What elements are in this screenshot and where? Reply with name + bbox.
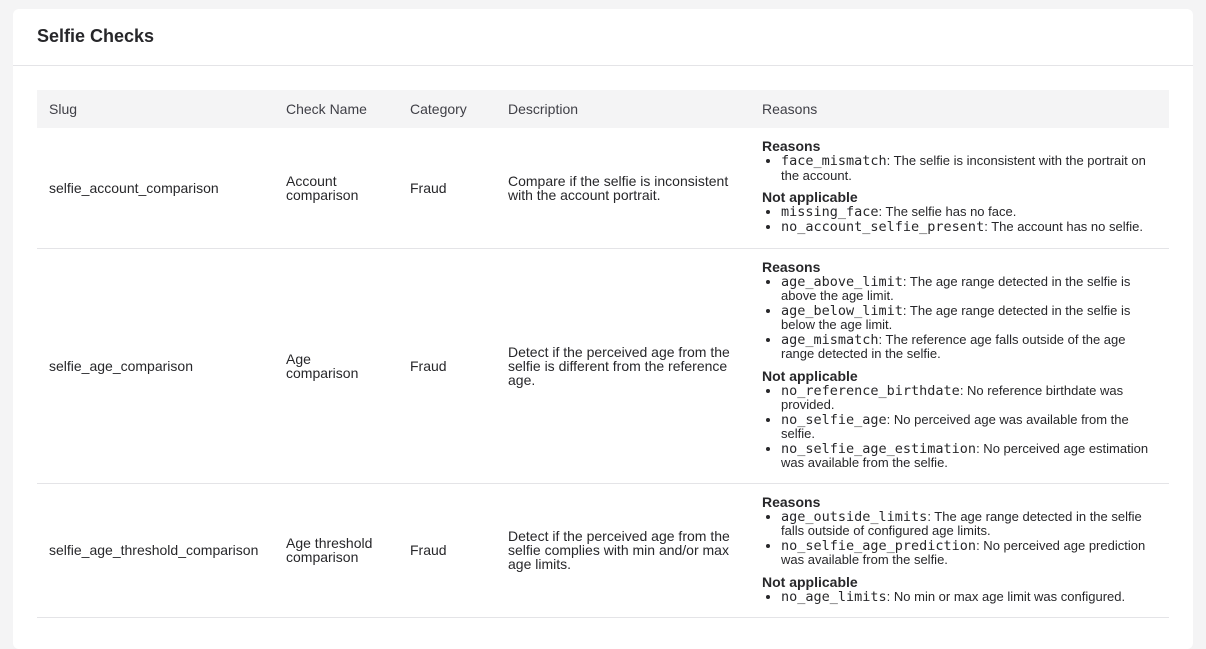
reason-item: age_mismatch: The reference age falls ou… xyxy=(781,332,1157,362)
check-name-text: Age comparison xyxy=(286,350,359,381)
reason-item: age_below_limit: The age range detected … xyxy=(781,303,1157,333)
description-cell: Detect if the perceived age from the sel… xyxy=(496,248,750,484)
reason-description: : The account has no selfie. xyxy=(984,218,1143,234)
slug-text: selfie_account_comparison xyxy=(49,179,219,196)
column-header-reasons: Reasons xyxy=(762,101,818,117)
not-applicable-list: missing_face: The selfie has no face.no_… xyxy=(762,204,1157,235)
not-applicable-section-title: Not applicable xyxy=(762,189,858,205)
column-header-check-name: Check Name xyxy=(286,101,367,117)
not-applicable-item: no_selfie_age: No perceived age was avai… xyxy=(781,412,1157,442)
not-applicable-list: no_reference_birthdate: No reference bir… xyxy=(762,383,1157,471)
reasons-section-title: Reasons xyxy=(762,493,821,510)
not-applicable-section-title: Not applicable xyxy=(762,367,858,384)
slug-cell: selfie_age_threshold_comparison xyxy=(37,483,274,618)
slug-text: selfie_age_threshold_comparison xyxy=(49,542,259,558)
reasons-list: face_mismatch: The selfie is inconsisten… xyxy=(762,153,1157,183)
reasons-cell: Reasons age_outside_limits: The age rang… xyxy=(750,483,1169,618)
category-text: Fraud xyxy=(410,357,447,374)
reason-code: no_age_limits xyxy=(781,588,887,605)
description-cell: Compare if the selfie is inconsistent wi… xyxy=(496,128,750,249)
reasons-section-title: Reasons xyxy=(762,258,821,275)
reason-item: age_outside_limits: The age range detect… xyxy=(781,509,1157,539)
not-applicable-item: no_account_selfie_present: The account h… xyxy=(781,218,1157,235)
reasons-list: age_outside_limits: The age range detect… xyxy=(762,509,1157,568)
not-applicable-section-title: Not applicable xyxy=(762,573,858,590)
reasons-section-title: Reasons xyxy=(762,138,821,154)
category-text: Fraud xyxy=(410,179,447,196)
check-name-cell: Account comparison xyxy=(274,128,398,249)
reason-description: : The selfie has no face. xyxy=(878,204,1017,219)
not-applicable-item: no_reference_birthdate: No reference bir… xyxy=(781,383,1157,413)
category-cell: Fraud xyxy=(398,128,496,249)
column-header-slug: Slug xyxy=(49,101,78,117)
not-applicable-item: missing_face: The selfie has no face. xyxy=(781,204,1157,220)
slug-cell: selfie_account_comparison xyxy=(37,128,274,249)
reasons-list: age_above_limit: The age range detected … xyxy=(762,274,1157,362)
reason-item: age_above_limit: The age range detected … xyxy=(781,274,1157,304)
table-body: selfie_account_comparison Account compar… xyxy=(37,128,1169,618)
not-applicable-item: no_selfie_age_estimation: No perceived a… xyxy=(781,441,1157,471)
card-title: Selfie Checks xyxy=(37,26,155,46)
description-text: Compare if the selfie is inconsistent wi… xyxy=(508,172,729,203)
reasons-cell: Reasons face_mismatch: The selfie is inc… xyxy=(750,128,1169,249)
checks-table-wrapper: Slug Check Name Category Description Rea… xyxy=(37,90,1169,618)
category-text: Fraud xyxy=(410,542,447,558)
column-header-category: Category xyxy=(410,101,467,117)
table-row: selfie_age_threshold_comparison Age thre… xyxy=(37,483,1169,618)
not-applicable-list: no_age_limits: No min or max age limit w… xyxy=(762,588,1157,605)
not-applicable-item: no_age_limits: No min or max age limit w… xyxy=(781,588,1157,605)
description-text: Detect if the perceived age from the sel… xyxy=(508,528,730,572)
table-row: selfie_account_comparison Account compar… xyxy=(37,128,1169,249)
description-text: Detect if the perceived age from the sel… xyxy=(508,343,730,388)
check-name-text: Age threshold comparison xyxy=(286,535,373,565)
table-row: selfie_age_comparison Age comparison Fra… xyxy=(37,248,1169,484)
check-name-cell: Age comparison xyxy=(274,248,398,484)
table-header-row: Slug Check Name Category Description Rea… xyxy=(37,90,1169,128)
selfie-checks-card: Selfie Checks Slug Check Name Category D… xyxy=(13,9,1193,649)
slug-cell: selfie_age_comparison xyxy=(37,248,274,484)
check-name-cell: Age threshold comparison xyxy=(274,483,398,618)
check-name-text: Account comparison xyxy=(286,172,359,203)
reason-item: no_selfie_age_prediction: No perceived a… xyxy=(781,538,1157,568)
table-header: Slug Check Name Category Description Rea… xyxy=(37,90,1169,128)
card-header: Selfie Checks xyxy=(13,9,1193,66)
reason-code: no_account_selfie_present xyxy=(781,218,985,235)
checks-table: Slug Check Name Category Description Rea… xyxy=(37,90,1169,618)
column-header-description: Description xyxy=(508,101,579,117)
reasons-cell: Reasons age_above_limit: The age range d… xyxy=(750,248,1169,484)
description-cell: Detect if the perceived age from the sel… xyxy=(496,483,750,618)
reason-description: : No min or max age limit was configured… xyxy=(886,588,1126,604)
category-cell: Fraud xyxy=(398,248,496,484)
category-cell: Fraud xyxy=(398,483,496,618)
slug-text: selfie_age_comparison xyxy=(49,357,193,374)
reason-item: face_mismatch: The selfie is inconsisten… xyxy=(781,153,1157,183)
